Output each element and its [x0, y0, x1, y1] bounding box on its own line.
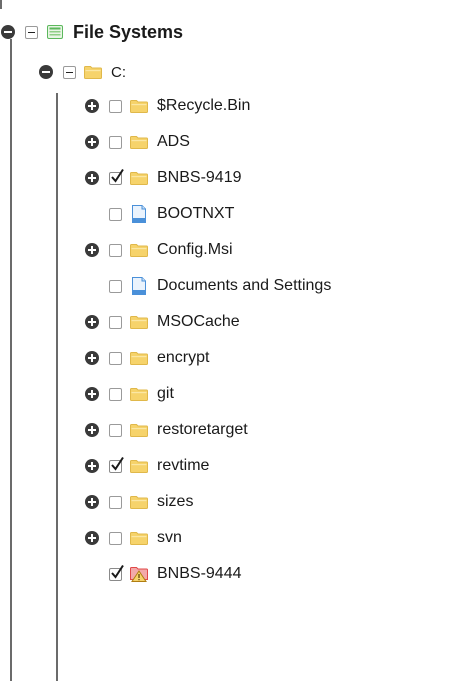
checkbox[interactable] — [109, 387, 122, 401]
collapse-icon[interactable] — [0, 24, 16, 40]
expand-icon[interactable] — [84, 242, 100, 258]
expand-icon[interactable] — [84, 314, 100, 330]
expand-icon[interactable] — [84, 458, 100, 474]
tree-node-ads[interactable]: ADS — [84, 127, 190, 157]
checked-checkbox[interactable] — [109, 168, 124, 185]
file-system-tree: File Systems C: $Recycle.Bin ADS BNBS-9419… — [0, 0, 469, 681]
file-icon — [130, 277, 148, 295]
folder-icon — [130, 458, 148, 474]
tree-node-label: restoretarget — [157, 421, 248, 438]
tree-node-label: Documents and Settings — [157, 277, 332, 294]
tree-node-svn[interactable]: svn — [84, 523, 182, 553]
folder-icon — [130, 170, 148, 186]
tree-node-file-systems[interactable]: File Systems — [0, 17, 183, 47]
checkbox[interactable] — [109, 531, 122, 545]
checkbox[interactable] — [109, 351, 122, 365]
tree-node-label: git — [157, 385, 174, 402]
tree-node-label: C: — [111, 63, 126, 81]
tree-node-label: sizes — [157, 493, 194, 510]
folder-icon — [130, 530, 148, 546]
tree-node-label: BNBS-9419 — [157, 169, 242, 186]
folder-icon — [130, 350, 148, 366]
tree-node-revtime[interactable]: revtime — [84, 451, 209, 481]
tree-node-documents-and-settings[interactable]: Documents and Settings — [84, 271, 331, 301]
tree-node-git[interactable]: git — [84, 379, 174, 409]
tree-node-label: encrypt — [157, 349, 210, 366]
tree-node-bnbs-9444[interactable]: BNBS-9444 — [84, 559, 242, 589]
checkbox[interactable] — [109, 99, 122, 113]
folder-icon — [130, 242, 148, 258]
checkbox[interactable] — [109, 207, 122, 221]
expand-icon[interactable] — [84, 530, 100, 546]
checked-checkbox[interactable] — [109, 456, 124, 473]
expand-icon[interactable] — [84, 422, 100, 438]
checked-checkbox[interactable] — [109, 564, 124, 581]
partial-checkbox[interactable] — [25, 25, 38, 39]
checkbox[interactable] — [109, 423, 122, 437]
tree-node-sizes[interactable]: sizes — [84, 487, 193, 517]
tree-node-restoretarget[interactable]: restoretarget — [84, 415, 248, 445]
checkbox[interactable] — [109, 315, 122, 329]
tree-node-label: BNBS-9444 — [157, 565, 242, 582]
expand-icon[interactable] — [84, 170, 100, 186]
tree-node-config-msi[interactable]: Config.Msi — [84, 235, 233, 265]
folder-icon — [130, 422, 148, 438]
tree-guide-line — [10, 39, 12, 681]
folder-icon — [130, 314, 148, 330]
expand-icon[interactable] — [84, 494, 100, 510]
tree-node-label: ADS — [157, 133, 190, 150]
folder-warning-icon — [130, 566, 148, 582]
expand-icon[interactable] — [84, 350, 100, 366]
checkbox[interactable] — [109, 135, 122, 149]
partial-checkbox[interactable] — [63, 65, 76, 79]
collapse-icon[interactable] — [38, 64, 54, 80]
expand-icon[interactable] — [84, 98, 100, 114]
folder-icon — [130, 494, 148, 510]
tree-guide-line — [56, 93, 58, 681]
tree-node-label: File Systems — [73, 21, 184, 42]
expand-icon[interactable] — [84, 134, 100, 150]
tree-node-msocache[interactable]: MSOCache — [84, 307, 240, 337]
folder-icon — [130, 98, 148, 114]
tree-node-recycle-bin[interactable]: $Recycle.Bin — [84, 91, 250, 121]
tree-node-drive-c[interactable]: C: — [38, 57, 126, 87]
expand-icon[interactable] — [84, 386, 100, 402]
tree-node-label: BOOTNXT — [157, 205, 235, 222]
checkbox[interactable] — [109, 243, 122, 257]
tree-node-encrypt[interactable]: encrypt — [84, 343, 209, 373]
file-icon — [130, 205, 148, 223]
tree-node-label: $Recycle.Bin — [157, 97, 251, 114]
tree-node-label: svn — [157, 529, 182, 546]
folder-icon — [130, 386, 148, 402]
tree-guide-line — [0, 0, 2, 9]
tree-node-bootnxt[interactable]: BOOTNXT — [84, 199, 234, 229]
tree-node-label: Config.Msi — [157, 241, 233, 258]
tree-node-bnbs-9419[interactable]: BNBS-9419 — [84, 163, 242, 193]
folder-icon — [130, 134, 148, 150]
tree-node-label: MSOCache — [157, 313, 240, 330]
checkbox[interactable] — [109, 495, 122, 509]
folder-icon — [84, 64, 102, 80]
tree-node-label: revtime — [157, 457, 210, 474]
filesystem-icon — [46, 24, 64, 40]
checkbox[interactable] — [109, 279, 122, 293]
